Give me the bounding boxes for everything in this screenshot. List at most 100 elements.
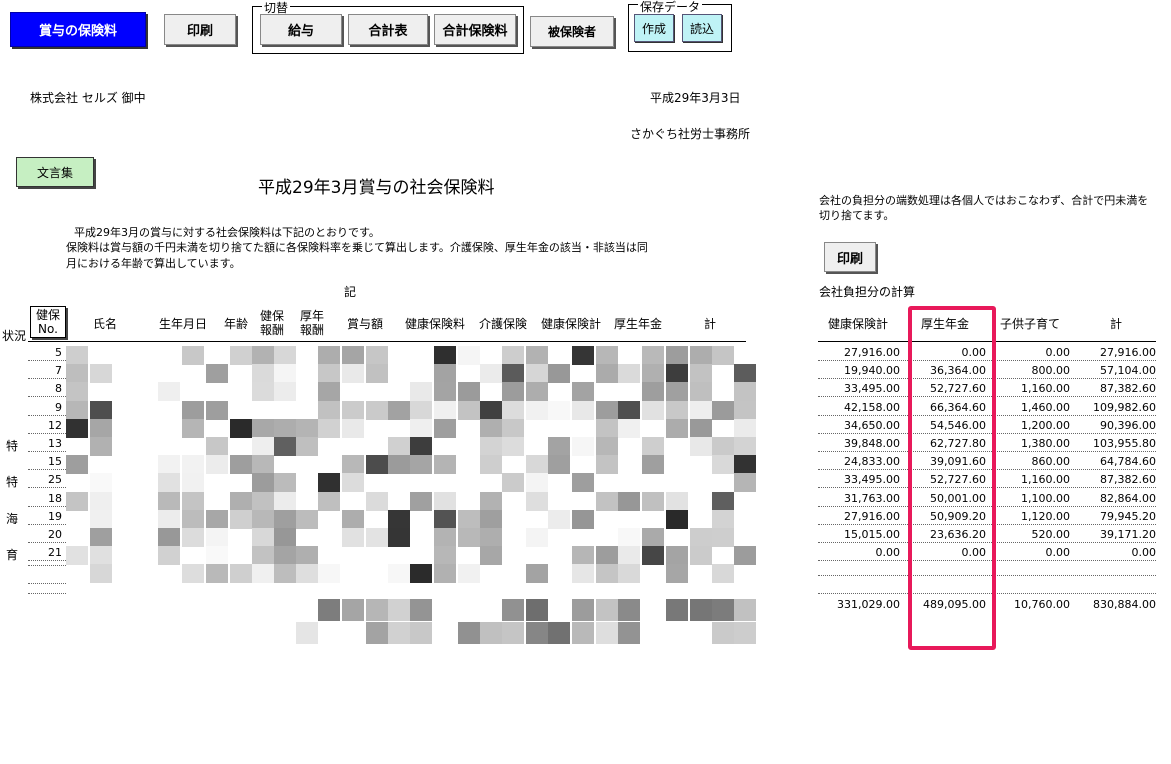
company-cell: 1,120.00 xyxy=(1021,509,1070,523)
blurred-cell xyxy=(252,473,274,493)
document-title: 平成29年3月賞与の社会保険料 xyxy=(258,178,495,198)
blurred-cell xyxy=(342,418,364,438)
pension-column-highlight xyxy=(908,306,996,650)
blurred-cell xyxy=(596,564,618,584)
blurred-cell xyxy=(480,528,502,547)
blurred-cell xyxy=(90,400,112,420)
row-divider xyxy=(28,523,66,525)
blurred-cell xyxy=(230,418,252,438)
blurred-cell xyxy=(502,473,524,493)
blurred-cell xyxy=(90,418,112,438)
blurred-cell xyxy=(252,564,274,584)
row-status: 育 xyxy=(6,548,19,563)
company-cell: 0.00 xyxy=(1045,346,1071,359)
phrase-collection-button[interactable]: 文言集 xyxy=(16,157,94,187)
blurred-cell xyxy=(206,400,228,420)
company-print-button[interactable]: 印刷 xyxy=(824,242,876,272)
bonus-insurance-button[interactable]: 賞与の保険料 xyxy=(10,12,146,47)
blurred-cell xyxy=(526,491,548,511)
blurred-cell xyxy=(690,400,712,420)
blurred-cell xyxy=(480,546,502,566)
issue-date: 平成29年3月3日 xyxy=(650,91,741,105)
print-button[interactable]: 印刷 xyxy=(164,14,236,45)
blurred-cell xyxy=(90,546,112,566)
blurred-total-cell xyxy=(458,622,480,644)
blurred-cell xyxy=(712,564,734,584)
blurred-cell xyxy=(274,509,296,529)
total-table-button[interactable]: 合計表 xyxy=(348,14,428,45)
salary-button[interactable]: 給与 xyxy=(260,14,342,45)
company-cell: 90,396.00 xyxy=(1100,418,1156,432)
blurred-cell xyxy=(572,346,594,365)
row-divider xyxy=(28,396,66,398)
company-cell: 39,171.20 xyxy=(1100,528,1156,541)
blurred-cell xyxy=(296,437,318,456)
blurred-cell xyxy=(690,346,712,365)
blurred-cell xyxy=(572,509,594,529)
blurred-cell xyxy=(596,546,618,566)
row-no: 13 xyxy=(48,437,62,450)
blurred-cell xyxy=(90,473,112,493)
blurred-cell xyxy=(458,400,480,420)
company-cell: 87,382.60 xyxy=(1100,382,1156,396)
blurred-cell xyxy=(366,400,388,420)
blurred-cell xyxy=(642,400,664,420)
blurred-cell xyxy=(342,509,364,529)
blurred-cell xyxy=(642,528,664,547)
blurred-cell xyxy=(318,382,340,402)
insured-button[interactable]: 被保険者 xyxy=(530,16,614,47)
table-header-7: 健康保険料 xyxy=(404,317,465,331)
blurred-cell xyxy=(434,546,456,566)
blurred-cell xyxy=(182,473,204,493)
blurred-cell xyxy=(342,364,364,384)
row-divider xyxy=(28,560,66,562)
blurred-cell xyxy=(572,437,594,456)
blurred-cell xyxy=(618,546,640,566)
blurred-cell xyxy=(252,346,274,365)
row-divider xyxy=(28,432,66,434)
blurred-cell xyxy=(90,491,112,511)
table-header-0: 健保 No. xyxy=(30,306,66,338)
blurred-total-cell xyxy=(618,622,640,644)
blurred-total-cell xyxy=(366,599,388,621)
blurred-cell xyxy=(434,564,456,584)
blurred-cell xyxy=(502,382,524,402)
blurred-cell xyxy=(388,455,410,475)
blurred-cell xyxy=(712,346,734,365)
load-button[interactable]: 読込 xyxy=(682,14,722,42)
company-cell: 1,160.00 xyxy=(1021,473,1070,487)
blurred-cell xyxy=(712,400,734,420)
blurred-cell xyxy=(410,455,432,475)
blurred-cell xyxy=(252,364,274,384)
company-cell: 19,940.00 xyxy=(844,364,900,378)
office-name: さかぐち社労士事務所 xyxy=(630,127,751,141)
blurred-cell xyxy=(274,546,296,566)
blurred-cell xyxy=(66,418,88,438)
blurred-cell xyxy=(618,364,640,384)
create-button[interactable]: 作成 xyxy=(634,14,674,42)
blurred-cell xyxy=(666,509,688,529)
company-cell: 0.00 xyxy=(1131,546,1157,560)
blurred-cell xyxy=(548,455,570,475)
blurred-cell xyxy=(342,455,364,475)
blurred-cell xyxy=(734,546,756,566)
blurred-cell xyxy=(734,400,756,420)
blurred-cell xyxy=(666,491,688,511)
row-no: 8 xyxy=(55,382,62,396)
blurred-cell xyxy=(274,364,296,384)
blurred-cell xyxy=(666,364,688,384)
blurred-cell xyxy=(548,364,570,384)
blurred-cell xyxy=(734,418,756,438)
total-insurance-button[interactable]: 合計保険料 xyxy=(434,14,516,45)
blurred-cell xyxy=(366,528,388,547)
blurred-cell xyxy=(318,346,340,365)
table-header-5: 厚年 報酬 xyxy=(299,309,324,337)
blurred-total-cell xyxy=(712,622,734,644)
blurred-cell xyxy=(158,509,180,529)
blurred-cell xyxy=(230,346,252,365)
blurred-cell xyxy=(318,564,340,584)
blurred-cell xyxy=(158,546,180,566)
row-status: 特 xyxy=(6,439,19,453)
blurred-cell xyxy=(274,473,296,493)
blurred-cell xyxy=(182,528,204,547)
